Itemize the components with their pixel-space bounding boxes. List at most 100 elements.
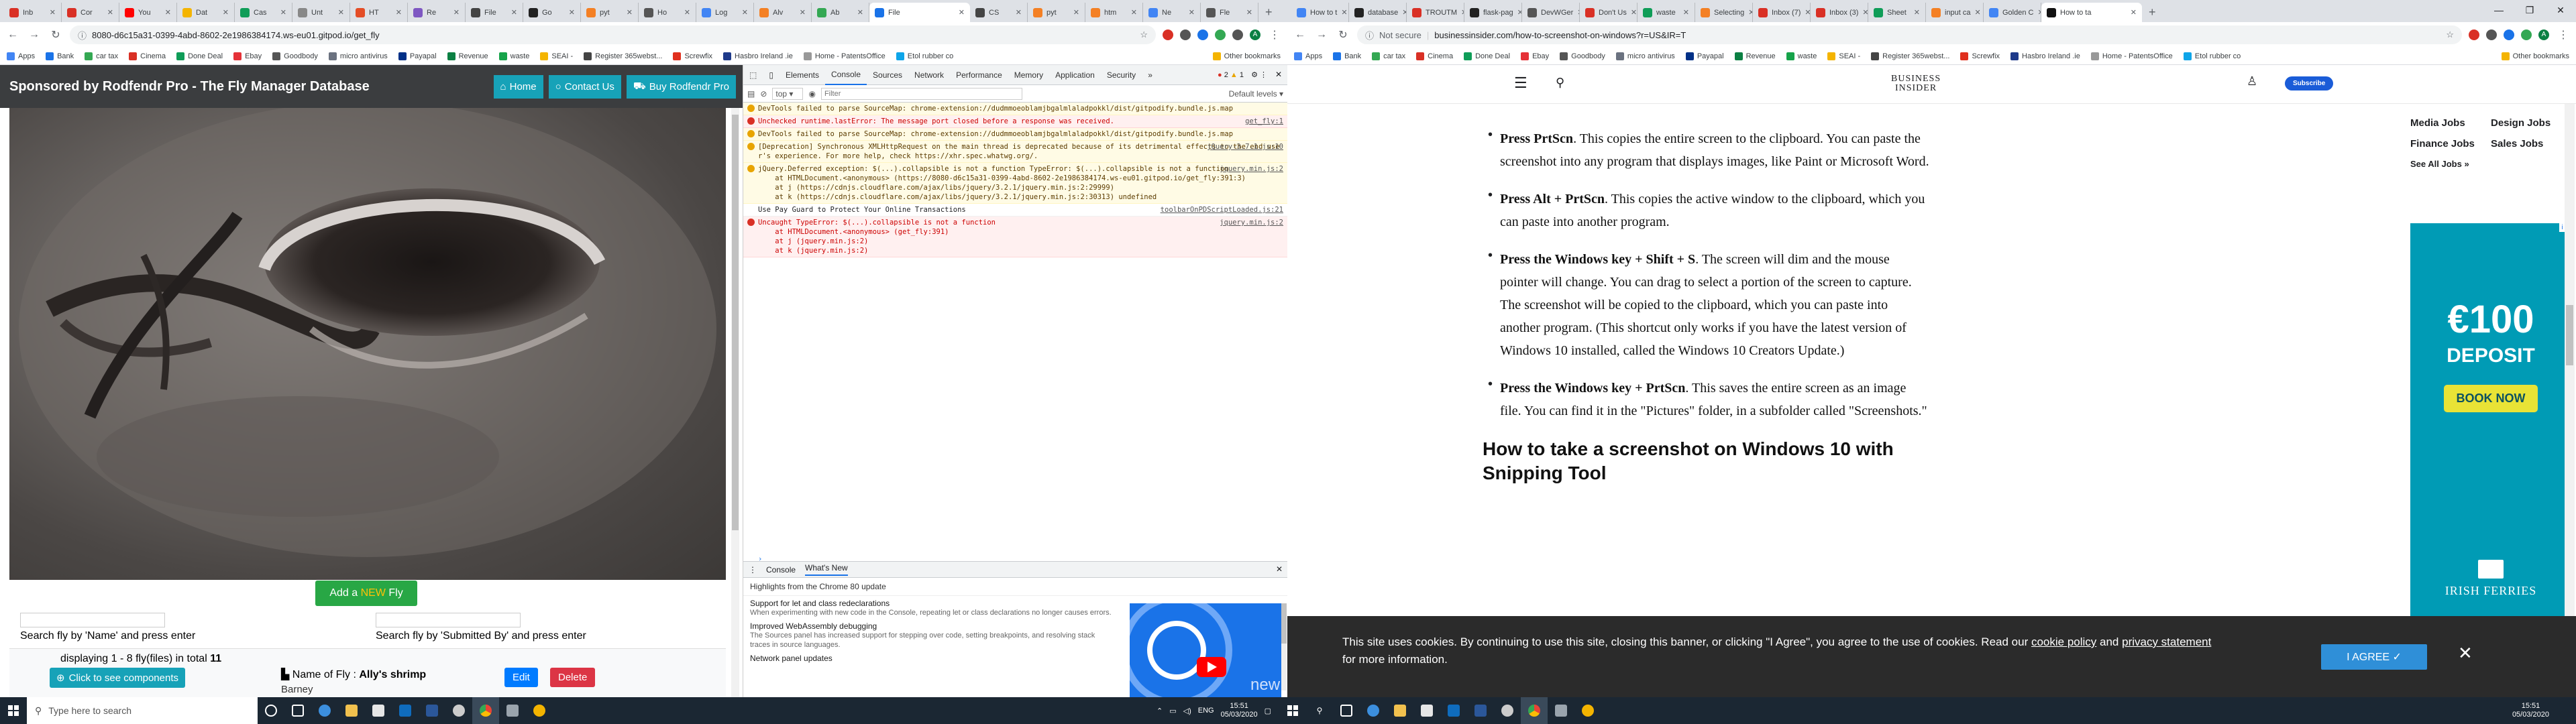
ad-book-now-button[interactable]: BOOK NOW — [2444, 385, 2538, 412]
browser-tab[interactable]: input ca ✕ — [1926, 3, 1984, 22]
search-name-input[interactable] — [20, 613, 165, 627]
extension-icon[interactable] — [1197, 29, 1208, 40]
edge-icon[interactable] — [311, 697, 338, 724]
bookmark-item[interactable]: car tax — [85, 52, 118, 60]
right-clock[interactable]: 15:51 05/03/2020 — [2512, 702, 2549, 719]
browser-tab[interactable]: Ne ✕ — [1143, 3, 1201, 22]
tab-close-icon[interactable]: ✕ — [853, 8, 863, 17]
back-icon[interactable]: ← — [5, 29, 20, 41]
browser-tab[interactable]: flask-pag✕ — [1464, 3, 1522, 22]
browser-tab[interactable]: Selecting✕ — [1695, 3, 1753, 22]
devtools-tab-security[interactable]: Security — [1101, 65, 1142, 85]
job-link[interactable]: Sales Jobs — [2491, 138, 2571, 149]
browser-tab[interactable]: Cor ✕ — [62, 3, 119, 22]
i-agree-button[interactable]: I AGREE ✓ — [2321, 644, 2427, 670]
tab-close-icon[interactable]: ✕ — [103, 8, 113, 17]
tab-close-icon[interactable]: ✕ — [1513, 8, 1521, 17]
devtools-tab-application[interactable]: Application — [1049, 65, 1101, 85]
components-button[interactable]: ⊕ Click to see components — [50, 668, 185, 688]
mail-icon[interactable] — [1440, 697, 1467, 724]
browser-tab[interactable]: TROUTM✕ — [1407, 3, 1464, 22]
tab-close-icon[interactable]: ✕ — [1457, 8, 1464, 17]
context-selector[interactable]: top ▾ — [772, 87, 804, 100]
tray-arrow-icon[interactable]: ⌃ — [1157, 707, 1163, 715]
bookmark-item[interactable]: Done Deal — [176, 52, 223, 60]
drawer-scrollbar[interactable] — [1281, 603, 1287, 690]
photos-icon[interactable] — [1548, 697, 1574, 724]
back-icon[interactable]: ← — [1293, 29, 1307, 41]
tab-close-icon[interactable]: ✕ — [276, 8, 286, 17]
bookmark-item[interactable]: Etol rubber co — [896, 52, 953, 60]
tab-close-icon[interactable]: ✕ — [449, 8, 460, 17]
search-icon[interactable]: ⚲ — [1556, 76, 1564, 90]
browser-tab[interactable]: pyt ✕ — [1028, 3, 1085, 22]
chrome-canary-icon[interactable] — [1574, 697, 1601, 724]
see-all-jobs-link[interactable]: See All Jobs » — [2410, 159, 2571, 169]
browser-tab[interactable]: Re ✕ — [408, 3, 466, 22]
bi-logo[interactable]: BUSINESS INSIDER — [1891, 74, 1941, 93]
right-address-bar[interactable]: ⓘ Not secure | businessinsider.com/how-t… — [1357, 25, 2462, 44]
page-scroll-thumb[interactable] — [2566, 305, 2573, 365]
settings-icon[interactable]: ⚙ — [1251, 71, 1258, 79]
browser-tab[interactable]: CS ✕ — [970, 3, 1028, 22]
bookmark-item[interactable]: Done Deal — [1464, 52, 1510, 60]
devtools-tab-network[interactable]: Network — [908, 65, 950, 85]
bookmark-item[interactable]: Payapal — [1685, 52, 1724, 60]
devtools-tab-sources[interactable]: Sources — [867, 65, 908, 85]
eye-icon[interactable]: ◉ — [808, 89, 815, 99]
chrome-canary-icon[interactable] — [526, 697, 553, 724]
new-tab-icon[interactable]: + — [1258, 3, 1279, 22]
minimize-icon[interactable]: — — [1279, 0, 1287, 20]
extension-icon[interactable] — [1163, 29, 1173, 40]
tab-close-icon[interactable]: ✕ — [1801, 8, 1810, 17]
subscribe-button[interactable]: Subscribe — [2285, 76, 2334, 90]
tab-close-icon[interactable]: ✕ — [1910, 8, 1920, 17]
more-icon[interactable]: ⋮ — [1260, 71, 1267, 79]
job-link[interactable]: Finance Jobs — [2410, 138, 2491, 149]
input-language[interactable]: ENG — [1198, 707, 1214, 715]
left-address-bar[interactable]: ⓘ 8080-d6c15a31-0399-4abd-8602-2e1986384… — [70, 25, 1156, 44]
bookmark-item[interactable]: Ebay — [233, 52, 262, 60]
bookmark-item[interactable]: Apps — [7, 52, 35, 60]
bookmark-item[interactable]: Cinema — [129, 52, 166, 60]
bookmark-item[interactable]: micro antivirus — [1615, 52, 1675, 60]
browser-tab[interactable]: You ✕ — [119, 3, 177, 22]
close-window-icon[interactable]: ✕ — [2545, 0, 2576, 20]
chrome-icon[interactable] — [472, 697, 499, 724]
fly-scrollbar[interactable] — [731, 108, 739, 697]
cortana-icon[interactable] — [258, 697, 284, 724]
reload-icon[interactable]: ↻ — [48, 28, 63, 42]
browser-tab[interactable]: Sheet ✕ — [1868, 3, 1926, 22]
settings-icon[interactable] — [445, 697, 472, 724]
mail-icon[interactable] — [392, 697, 419, 724]
volume-icon[interactable]: ◁) — [1183, 707, 1191, 715]
extension-icon[interactable] — [2521, 29, 2532, 40]
console-source-link[interactable]: jquery.min.js:2 — [1220, 164, 1283, 174]
extension-icon[interactable] — [2469, 29, 2479, 40]
maximize-icon[interactable]: ❐ — [2514, 0, 2545, 20]
tab-close-icon[interactable]: ✕ — [334, 8, 344, 17]
irish-ferries-ad[interactable]: i X €100 DEPOSIT BOOK NOW IRISH FERRIES — [2410, 223, 2571, 616]
tab-close-icon[interactable]: ✕ — [2033, 8, 2041, 17]
inspect-icon[interactable]: ⬚ — [743, 65, 763, 85]
clear-console-icon[interactable]: ⊘ — [760, 89, 767, 99]
browser-tab[interactable]: Unt ✕ — [292, 3, 350, 22]
taskbar-search-box[interactable]: ⚲ Type here to search — [27, 697, 258, 724]
browser-tab[interactable]: htm ✕ — [1085, 3, 1143, 22]
close-drawer-icon[interactable]: ✕ — [1276, 564, 1283, 574]
bookmark-item[interactable]: Screwfix — [673, 52, 712, 60]
tab-close-icon[interactable]: ✕ — [1398, 8, 1406, 17]
bookmark-item[interactable]: Screwfix — [1960, 52, 2000, 60]
browser-tab[interactable]: pyt ✕ — [581, 3, 639, 22]
whats-new-video[interactable]: new — [1130, 603, 1281, 697]
tab-close-icon[interactable]: ✕ — [796, 8, 806, 17]
console-source-link[interactable]: toolbarOnPDScriptLoaded.js:21 — [1161, 205, 1283, 215]
tab-close-icon[interactable]: ✕ — [1127, 8, 1137, 17]
tab-close-icon[interactable]: ✕ — [623, 8, 633, 17]
extension-icon[interactable] — [1180, 29, 1191, 40]
bookmark-item[interactable]: Revenue — [1734, 52, 1776, 60]
log-levels-select[interactable]: Default levels ▾ — [1229, 89, 1283, 99]
browser-tab[interactable]: Cas ✕ — [235, 3, 292, 22]
browser-tab[interactable]: Alv ✕ — [754, 3, 812, 22]
avatar[interactable]: A — [2538, 29, 2549, 40]
